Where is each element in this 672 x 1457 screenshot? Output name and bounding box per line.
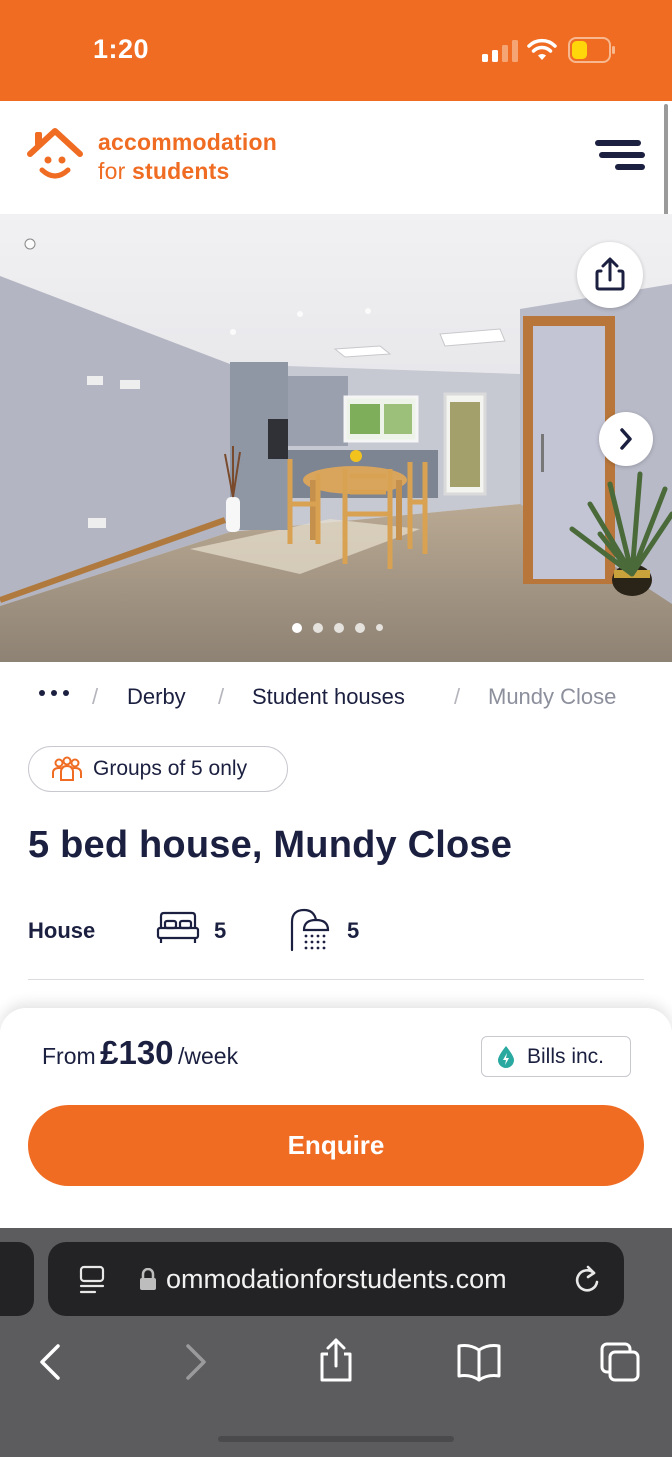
gallery-dot[interactable] <box>334 623 344 633</box>
gallery-dot[interactable] <box>313 623 323 633</box>
bills-included-badge: Bills inc. <box>481 1036 631 1077</box>
section-divider <box>28 979 644 980</box>
breadcrumb-item-city[interactable]: Derby <box>127 684 186 710</box>
enquire-button[interactable]: Enquire <box>28 1105 644 1186</box>
share-button[interactable] <box>577 242 643 308</box>
property-photo[interactable] <box>0 214 672 662</box>
gallery-dot[interactable] <box>376 624 383 631</box>
home-indicator <box>218 1436 454 1442</box>
property-type: House <box>28 918 96 943</box>
listing-title: 5 bed house, Mundy Close <box>28 824 513 866</box>
reload-icon[interactable] <box>572 1264 602 1296</box>
gallery-dot[interactable] <box>355 623 365 633</box>
wifi-icon <box>527 38 557 60</box>
price-unit: /week <box>178 1043 239 1069</box>
forward-icon[interactable] <box>178 1340 212 1384</box>
status-bar: 1:20 <box>0 0 672 101</box>
previous-tab-edge[interactable] <box>0 1242 34 1316</box>
price-amount: £130 <box>100 1034 174 1071</box>
breadcrumb: / Derby / Student houses / Mundy Close <box>0 680 672 716</box>
bookmarks-icon[interactable] <box>456 1342 502 1382</box>
breadcrumb-separator: / <box>92 684 99 709</box>
share-page-icon[interactable] <box>316 1336 356 1384</box>
breadcrumb-item-category[interactable]: Student houses <box>252 684 405 710</box>
price-from-label: From <box>42 1043 96 1069</box>
reader-mode-icon[interactable] <box>78 1265 106 1295</box>
property-photo-illustration <box>0 214 672 662</box>
share-icon <box>595 257 625 291</box>
cellular-signal-icon <box>482 40 518 62</box>
status-time: 1:20 <box>93 34 150 64</box>
bed-icon <box>156 911 200 943</box>
logo-line-1: accommodation <box>98 129 277 155</box>
logo-line-2-bold: students <box>132 158 230 184</box>
url-text[interactable]: ommodationforstudents.com <box>166 1264 507 1295</box>
bills-label: Bills inc. <box>527 1045 605 1068</box>
lock-icon <box>140 1268 156 1290</box>
hamburger-menu-icon[interactable] <box>592 138 648 174</box>
bathroom-count: 5 <box>347 918 360 943</box>
logo-line-2-prefix: for <box>98 158 133 184</box>
battery-icon <box>568 37 615 63</box>
logo-wordmark[interactable]: accommodation for students <box>98 128 277 186</box>
group-size-label: Groups of 5 only <box>93 757 248 780</box>
breadcrumb-separator: / <box>218 684 225 709</box>
breadcrumb-item-current: Mundy Close <box>488 684 617 709</box>
group-size-tag: Groups of 5 only <box>28 746 288 792</box>
utility-drop-icon <box>498 1046 514 1068</box>
gallery-next-button[interactable] <box>599 412 653 466</box>
bedroom-count: 5 <box>214 918 227 943</box>
logo-house-icon <box>27 128 83 179</box>
chevron-right-icon <box>620 428 632 450</box>
price: From £130 /week <box>42 1034 238 1072</box>
group-people-icon <box>52 756 82 781</box>
page-scrollbar[interactable] <box>664 104 668 216</box>
gallery-dot-active[interactable] <box>292 623 302 633</box>
tabs-icon[interactable] <box>598 1340 642 1384</box>
breadcrumb-separator: / <box>454 684 461 709</box>
shower-icon <box>290 908 330 952</box>
more-dots-icon[interactable] <box>38 688 72 698</box>
back-icon[interactable] <box>34 1340 68 1384</box>
